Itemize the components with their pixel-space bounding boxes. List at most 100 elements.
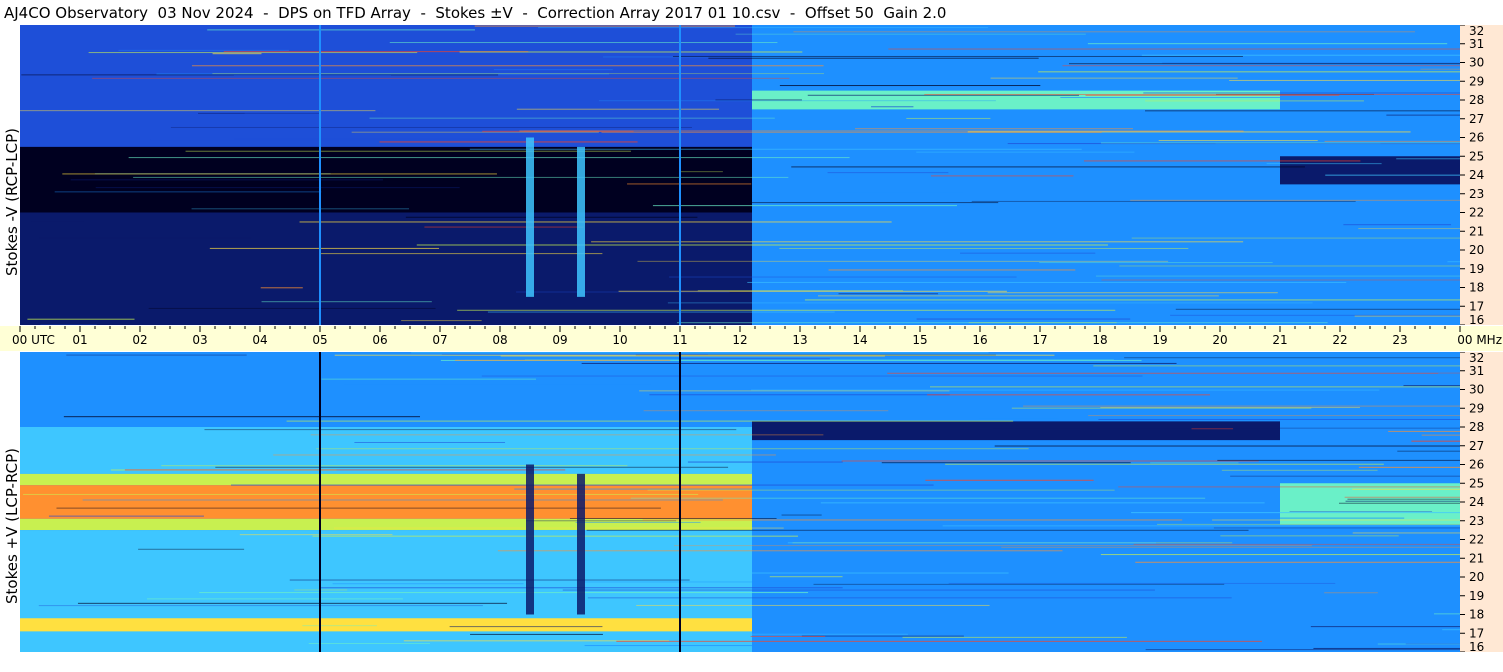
interference-streak: [239, 534, 393, 536]
time-tick-label: 09: [552, 333, 567, 347]
interference-streak: [1158, 140, 1318, 142]
interference-streak: [888, 48, 1460, 50]
interference-streak: [887, 372, 1460, 374]
interference-streak: [1345, 500, 1460, 502]
chart-title: AJ4CO Observatory 03 Nov 2024 - DPS on T…: [4, 4, 947, 22]
interference-streak: [516, 291, 730, 293]
interference-streak: [1119, 265, 1460, 267]
time-tick-label: 10: [612, 333, 627, 347]
interference-streak: [1213, 527, 1460, 529]
interference-streak: [586, 529, 1249, 531]
interference-streak: [990, 77, 1238, 79]
frequency-tick-label: 20: [1469, 570, 1484, 584]
frequency-tick-label: 25: [1469, 149, 1484, 163]
interference-streak: [779, 247, 1189, 249]
spectrogram-region: [20, 25, 752, 166]
interference-streak: [20, 110, 376, 112]
interference-streak: [1100, 407, 1360, 409]
interference-streak: [62, 173, 497, 175]
interference-streak: [750, 635, 826, 637]
frequency-tick-label: 17: [1469, 299, 1484, 313]
interference-streak: [1059, 289, 1136, 291]
interference-streak: [101, 425, 612, 427]
interference-streak: [273, 454, 776, 456]
interference-streak: [968, 322, 1117, 324]
interference-streak: [1133, 543, 1460, 545]
interference-streak: [1093, 365, 1460, 367]
interference-streak: [726, 572, 1009, 574]
interference-streak: [1095, 275, 1460, 277]
interference-streak: [1220, 535, 1399, 537]
interference-streak: [459, 51, 803, 53]
interference-streak: [916, 151, 1135, 153]
interference-streak: [581, 362, 1177, 364]
interference-streak: [735, 33, 1086, 35]
interference-streak: [948, 582, 1336, 584]
vertical-marker: [679, 352, 681, 652]
interference-streak: [769, 576, 843, 578]
interference-streak: [925, 479, 1094, 481]
interference-streak: [708, 57, 1039, 59]
time-tick-label: 07: [432, 333, 447, 347]
interference-streak: [960, 252, 1096, 254]
interference-streak: [310, 434, 824, 436]
time-tick-label: 13: [792, 333, 807, 347]
interference-streak: [148, 307, 436, 309]
interference-streak: [836, 191, 964, 193]
interference-streak: [1438, 372, 1460, 374]
interference-streak: [1175, 308, 1460, 310]
interference-streak: [652, 205, 957, 207]
frequency-tick-label: 30: [1469, 383, 1484, 397]
interference-streak: [642, 519, 1183, 521]
frequency-tick-label: 22: [1469, 206, 1484, 220]
frequency-axis-bottom: 32 31 30 29 28 27 26 25 24 23 22 21 20 19 18 17 16: [1460, 352, 1503, 652]
time-tick-label: 06: [372, 333, 387, 347]
interference-streak: [39, 237, 252, 239]
interference-streak: [674, 545, 1312, 547]
interference-streak: [1141, 54, 1460, 56]
interference-streak: [1313, 647, 1460, 649]
frequency-tick-label: 23: [1469, 514, 1484, 528]
spectrogram-region: [20, 473, 752, 486]
interference-streak: [66, 354, 247, 356]
radio-burst: [577, 473, 585, 615]
vertical-marker: [319, 352, 321, 652]
interference-streak: [316, 448, 1029, 450]
time-axis: 00 UTC 01 02 03 04 05 06 07 08 09 10 11 12 13 14 15 16 17…: [0, 326, 1503, 351]
frequency-tick-label: 29: [1469, 401, 1484, 415]
interference-streak: [912, 517, 1405, 519]
interference-streak: [1157, 523, 1460, 525]
interference-streak: [841, 460, 1259, 462]
interference-streak: [1289, 511, 1433, 513]
interference-streak: [351, 131, 599, 133]
interference-streak: [627, 183, 752, 185]
interference-streak: [1143, 92, 1460, 94]
frequency-tick-label: 27: [1469, 112, 1484, 126]
interference-streak: [1170, 314, 1460, 316]
interference-streak: [261, 301, 432, 303]
interference-streak: [584, 645, 1276, 647]
interference-streak: [170, 126, 692, 128]
interference-streak: [630, 497, 1206, 499]
radio-burst: [526, 464, 534, 615]
interference-streak: [1100, 142, 1460, 144]
interference-streak: [500, 355, 885, 357]
interference-streak: [54, 191, 322, 193]
interference-streak: [1145, 110, 1460, 112]
interference-streak: [1325, 174, 1460, 176]
interference-streak: [77, 602, 508, 604]
spectrogram-top: [20, 25, 1460, 325]
interference-streak: [215, 466, 729, 468]
interference-streak: [82, 499, 723, 501]
interference-streak: [379, 141, 638, 143]
interference-streak: [994, 445, 1460, 447]
interference-streak: [191, 208, 410, 210]
interference-streak: [1069, 63, 1460, 65]
frequency-tick-label: 16: [1469, 313, 1484, 325]
interference-streak: [146, 598, 403, 600]
interference-streak: [987, 292, 1278, 294]
frequency-tick-label: 25: [1469, 476, 1484, 490]
time-tick-label: 01: [72, 333, 87, 347]
interference-streak: [678, 358, 830, 360]
time-tick-label: 05: [312, 333, 327, 347]
